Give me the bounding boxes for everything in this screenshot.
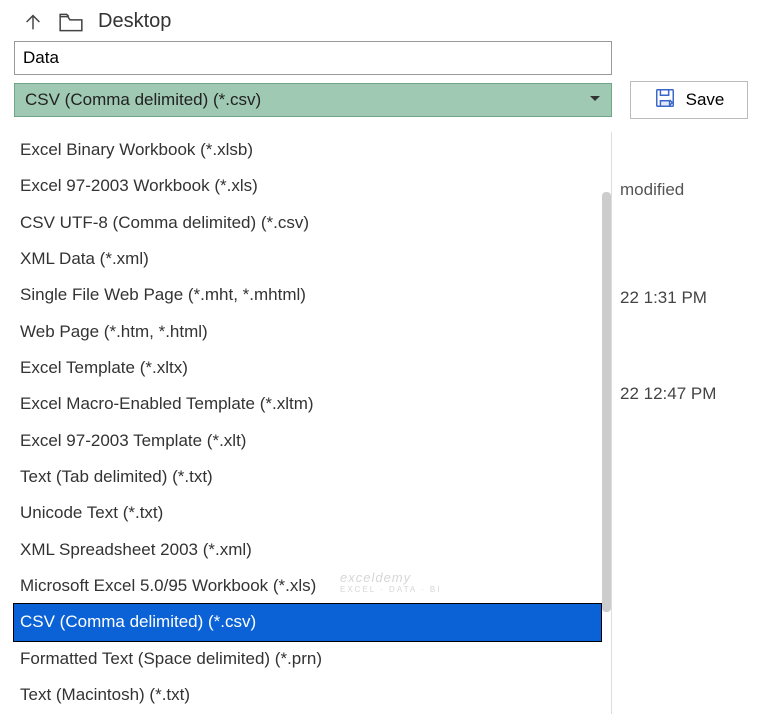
filetype-option[interactable]: CSV (Comma delimited) (*.csv) [14,604,601,640]
filetype-option[interactable]: Text (Macintosh) (*.txt) [14,677,601,713]
filetype-option[interactable]: XML Data (*.xml) [14,241,601,277]
filetype-dropdown-list: Excel Binary Workbook (*.xlsb)Excel 97-2… [14,132,612,714]
filetype-option[interactable]: Text (Tab delimited) (*.txt) [14,459,601,495]
file-row-date: 22 12:47 PM [620,356,760,452]
filetype-option[interactable]: Excel Macro-Enabled Template (*.xltm) [14,386,601,422]
filetype-option[interactable]: Formatted Text (Space delimited) (*.prn) [14,641,601,677]
watermark: exceldemy EXCEL · DATA · BI [340,570,441,594]
breadcrumb-row: Desktop [0,0,767,41]
filetype-option[interactable]: CSV UTF-8 (Comma delimited) (*.csv) [14,205,601,241]
filename-input[interactable] [14,41,612,75]
filetype-option[interactable]: Excel 97-2003 Template (*.xlt) [14,423,601,459]
filetype-dropdown[interactable]: CSV (Comma delimited) (*.csv) [14,83,612,117]
file-row-date: 22 1:31 PM [620,260,760,356]
column-header-modified: modified [620,160,760,260]
filetype-option[interactable]: Single File Web Page (*.mht, *.mhtml) [14,277,601,313]
filetype-option[interactable]: Web Page (*.htm, *.html) [14,314,601,350]
folder-icon[interactable] [58,11,84,33]
filetype-option[interactable]: Excel Template (*.xltx) [14,350,601,386]
filetype-selected-label: CSV (Comma delimited) (*.csv) [25,90,261,110]
file-list-background: modified 22 1:31 PM 22 12:47 PM [620,160,760,452]
filetype-option[interactable]: Excel 97-2003 Workbook (*.xls) [14,168,601,204]
up-arrow-icon[interactable] [22,11,44,33]
filetype-option[interactable]: XML Spreadsheet 2003 (*.xml) [14,532,601,568]
filetype-option[interactable]: Microsoft Excel 5.0/95 Workbook (*.xls) [14,568,601,604]
breadcrumb-location[interactable]: Desktop [98,10,171,33]
dropdown-scrollbar[interactable] [602,192,611,612]
chevron-down-icon [589,90,601,110]
save-icon [654,87,676,114]
filename-row [0,41,767,81]
filetype-row: CSV (Comma delimited) (*.csv) Save [0,81,767,119]
filetype-option[interactable]: Unicode Text (*.txt) [14,495,601,531]
save-button[interactable]: Save [630,81,748,119]
save-label: Save [686,90,725,110]
filetype-option[interactable]: Excel Binary Workbook (*.xlsb) [14,132,601,168]
